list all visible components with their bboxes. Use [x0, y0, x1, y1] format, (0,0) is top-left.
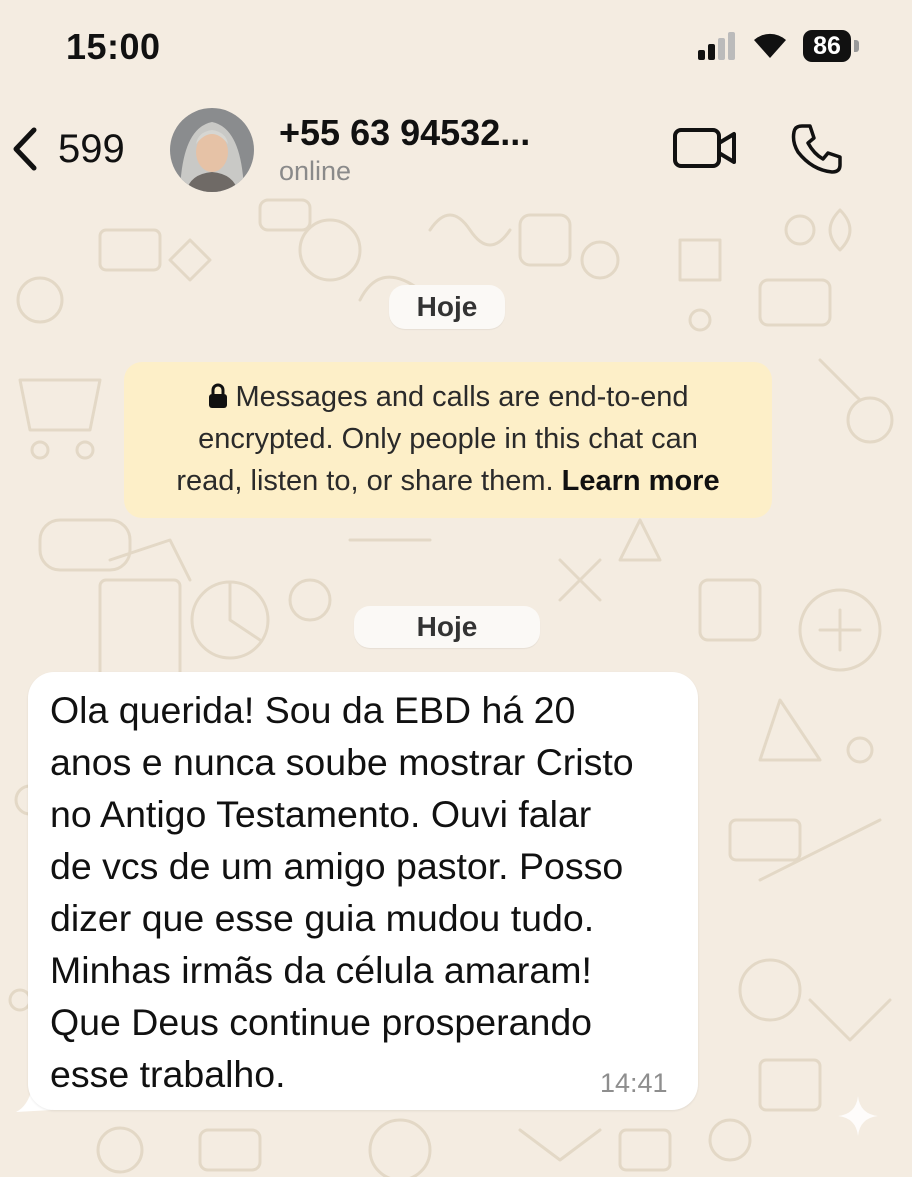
status-time: 15:00: [66, 26, 161, 67]
notice-line-3: read, listen to, or share them.: [176, 465, 562, 497]
message-text: Ola querida! Sou da EBD há 20 anos e nun…: [50, 684, 690, 1100]
chat-header: 599 +55 63 94532... online: [0, 92, 912, 204]
notice-line-2: encrypted. Only people in this chat can: [198, 423, 698, 455]
battery-cap: [854, 40, 859, 52]
contact-avatar[interactable]: [170, 108, 254, 192]
message-line: anos e nunca soube mostrar Cristo: [50, 741, 634, 783]
sparkle-icon: [838, 1096, 878, 1136]
avatar-image: [170, 108, 254, 192]
unread-count: 599: [58, 126, 125, 171]
message-line: Ola querida! Sou da EBD há 20: [50, 689, 576, 731]
date-chip: Hoje: [389, 285, 505, 329]
message-line: Que Deus continue prosperando: [50, 1001, 593, 1043]
contact-status: online: [279, 156, 352, 186]
contact-name[interactable]: +55 63 94532...: [279, 112, 530, 154]
message-line: dizer que esse guia mudou tudo.: [50, 897, 595, 939]
message-line: de vcs de um amigo pastor. Posso: [50, 845, 624, 887]
back-button[interactable]: 599: [10, 126, 125, 172]
battery-level: 86: [803, 30, 851, 62]
status-bar: 15:00 86: [0, 0, 912, 92]
learn-more-link[interactable]: Learn more: [562, 465, 720, 497]
message-line: Minhas irmãs da célula amaram!: [50, 949, 592, 991]
encryption-notice[interactable]: Messages and calls are end-to-end encryp…: [124, 362, 772, 518]
message-time: 14:41: [600, 1068, 668, 1098]
cellular-signal-icon: [698, 32, 735, 60]
phone-icon[interactable]: [790, 122, 844, 176]
lock-icon: [208, 383, 227, 408]
wifi-icon: [754, 33, 786, 58]
message-line: esse trabalho.: [50, 1053, 286, 1095]
notice-line-1: Messages and calls are end-to-end: [235, 381, 689, 413]
chevron-left-icon: [13, 127, 37, 171]
date-chip: Hoje: [354, 606, 540, 648]
video-camera-icon[interactable]: [672, 126, 738, 170]
message-line: no Antigo Testamento. Ouvi falar: [50, 793, 592, 835]
